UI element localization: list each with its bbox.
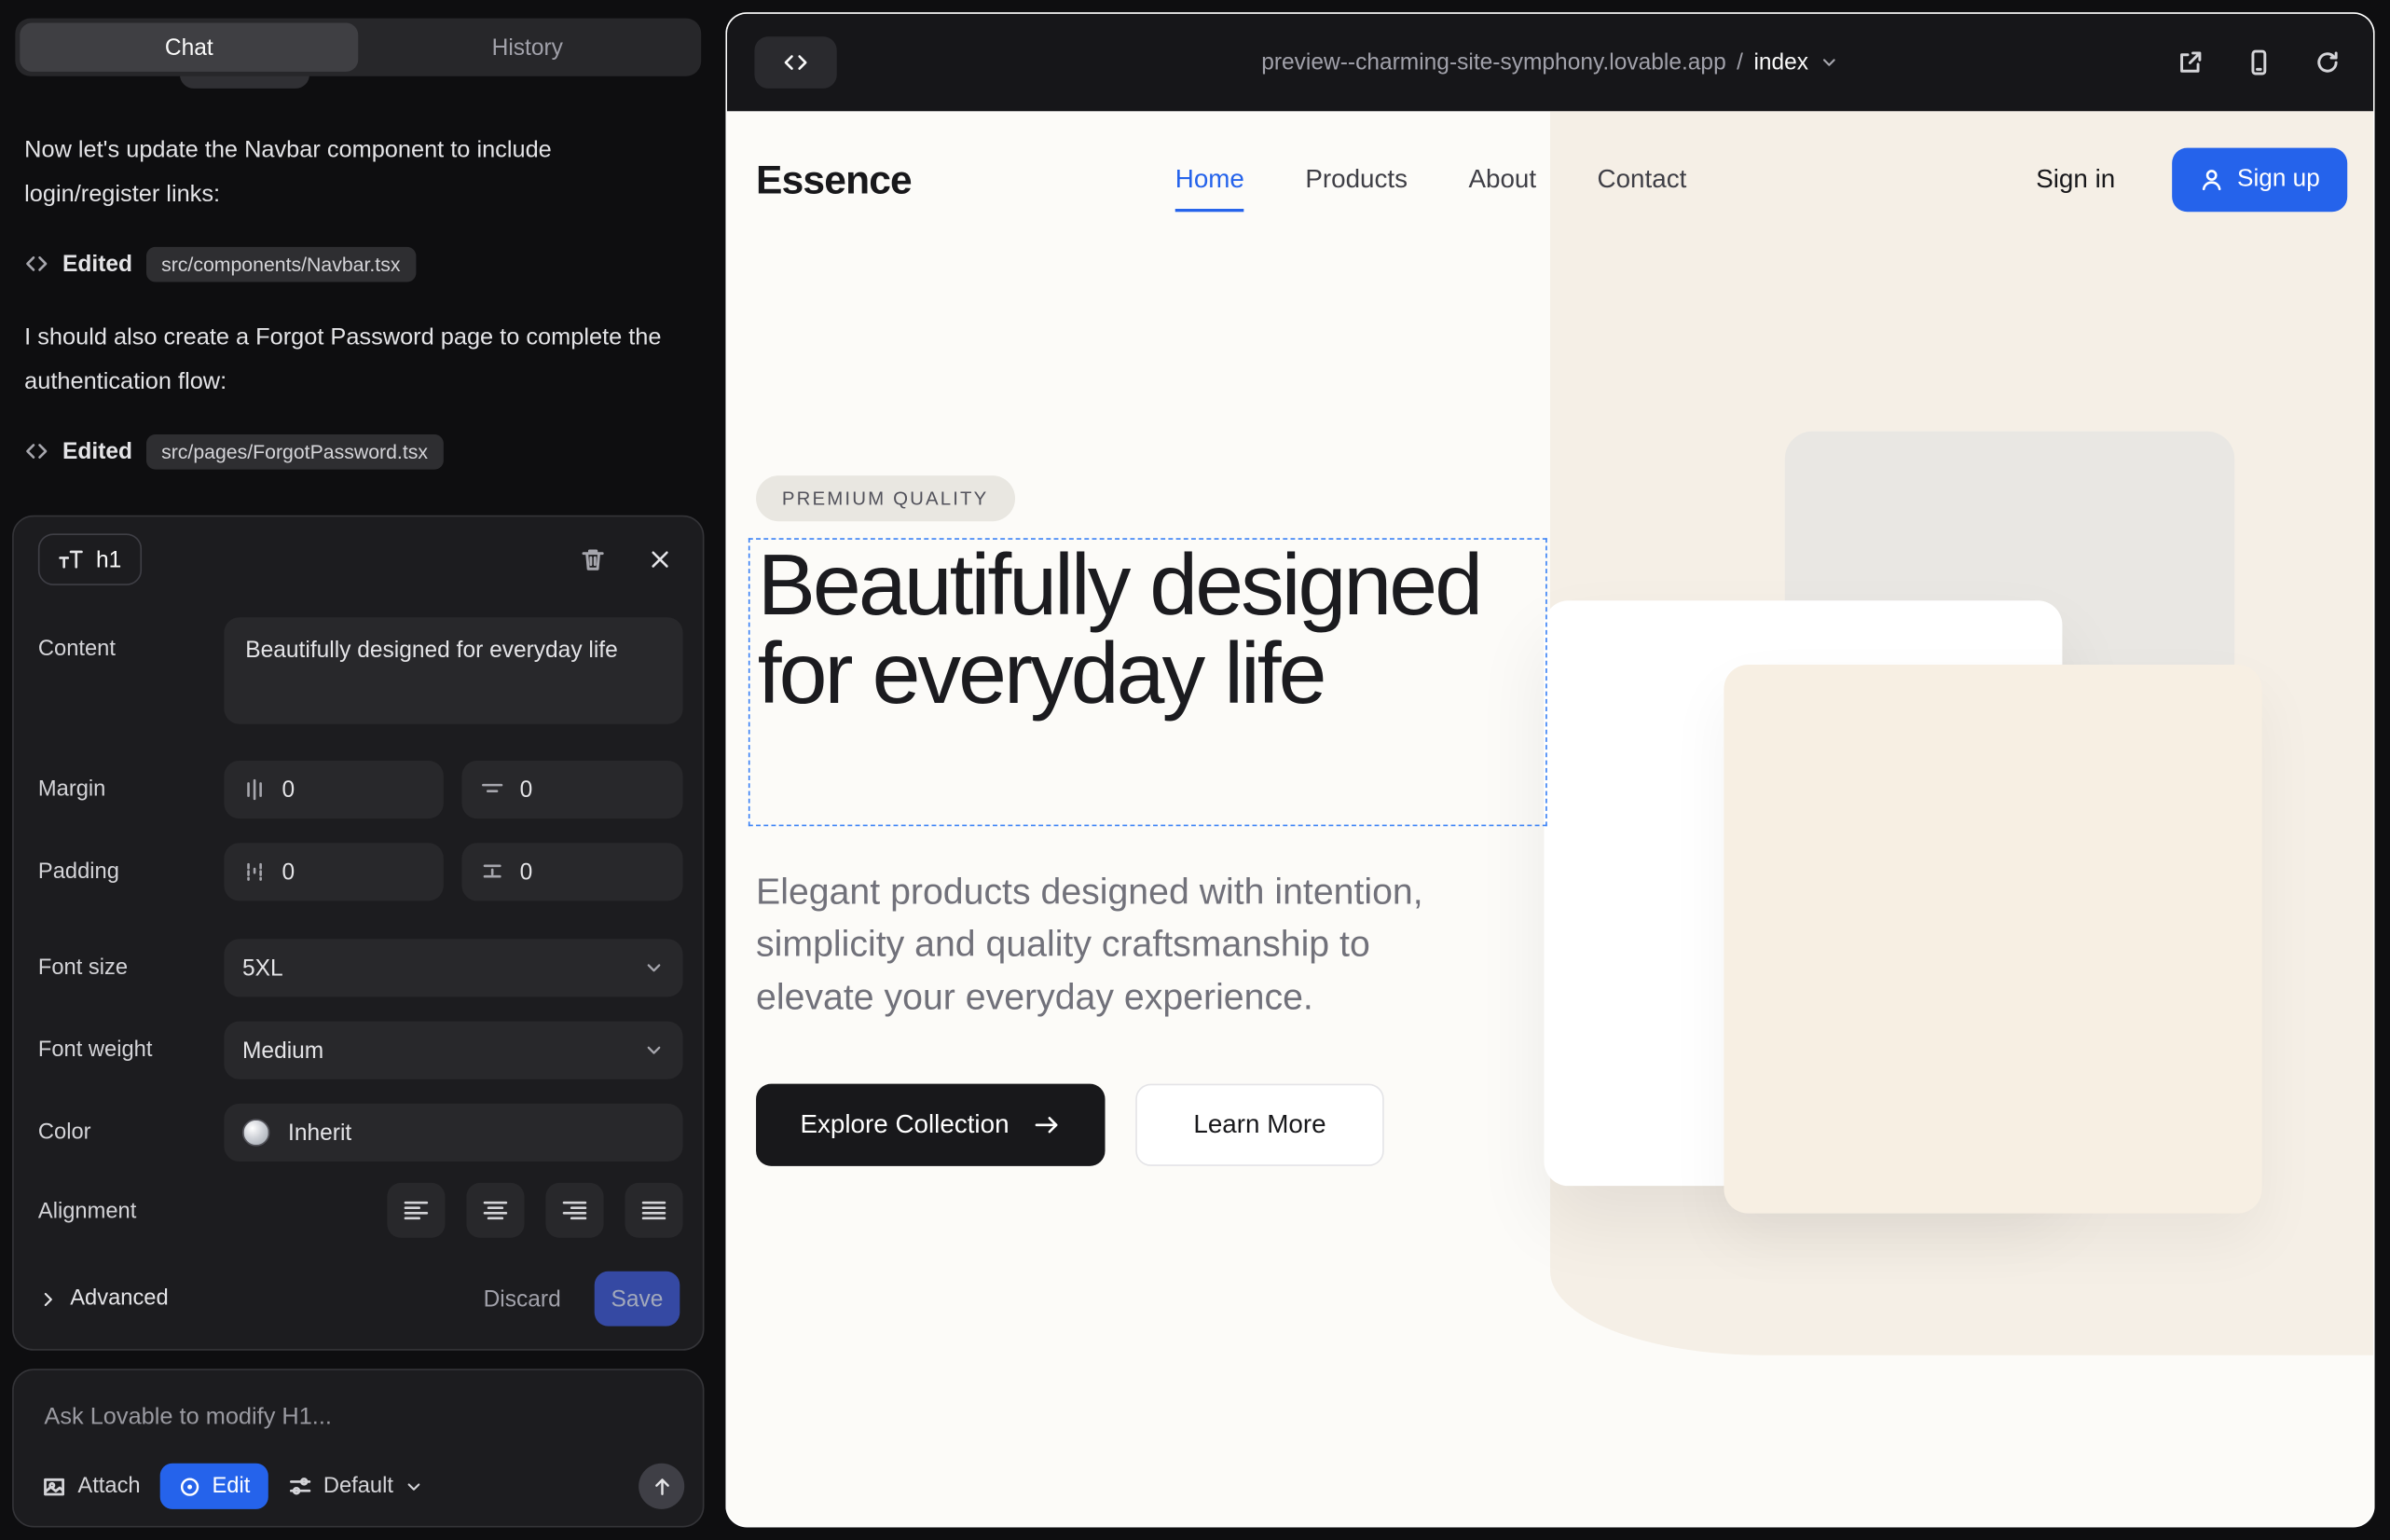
element-tag-label: h1 [96, 546, 121, 572]
chevron-right-icon [38, 1289, 58, 1309]
arrow-right-icon [1034, 1113, 1061, 1137]
typography-icon [58, 547, 84, 571]
explore-collection-button[interactable]: Explore Collection [756, 1084, 1105, 1166]
chevron-down-icon [404, 1477, 423, 1496]
delete-element-button[interactable] [574, 541, 611, 577]
code-icon [24, 439, 48, 463]
edited-label: Edited [62, 438, 132, 464]
composer-input[interactable]: Ask Lovable to modify H1... [44, 1404, 672, 1431]
font-weight-select[interactable]: Medium [224, 1022, 682, 1079]
code-icon [24, 252, 48, 276]
preview-url: preview--charming-site-symphony.lovable.… [1261, 49, 1726, 76]
nav-link-home[interactable]: Home [1175, 165, 1244, 196]
hero-badge: PREMIUM QUALITY [756, 475, 1014, 521]
nav-link-contact[interactable]: Contact [1598, 165, 1687, 196]
margin-y-icon [480, 777, 504, 802]
padding-y-field[interactable]: 0 [461, 843, 682, 901]
tab-history[interactable]: History [358, 23, 696, 72]
discard-button[interactable]: Discard [484, 1286, 561, 1312]
attach-button[interactable]: Attach [41, 1473, 140, 1499]
site-logo[interactable]: Essence [756, 157, 912, 204]
chat-message: I should also create a Forgot Password p… [24, 315, 682, 404]
hero-heading[interactable]: Beautifully designed for everyday life [758, 543, 1545, 719]
site-preview: Essence Home Products About Contact Sign… [727, 111, 2373, 1527]
padding-x-icon [242, 859, 267, 884]
site-nav-links: Home Products About Contact [1175, 111, 1687, 248]
file-chip[interactable]: src/pages/ForgotPassword.tsx [146, 433, 444, 469]
align-left-button[interactable] [387, 1183, 445, 1238]
padding-label: Padding [38, 859, 119, 884]
align-justify-button[interactable] [625, 1183, 682, 1238]
address-bar[interactable]: preview--charming-site-symphony.lovable.… [1261, 49, 1839, 76]
save-button[interactable]: Save [595, 1272, 680, 1327]
person-icon [2199, 168, 2223, 192]
padding-y-icon [480, 859, 504, 884]
margin-x-field[interactable]: 0 [224, 761, 443, 818]
alignment-label: Alignment [38, 1200, 136, 1224]
chevron-down-icon [643, 957, 665, 979]
nav-link-about[interactable]: About [1468, 165, 1536, 196]
tab-chat[interactable]: Chat [20, 23, 358, 72]
advanced-toggle[interactable]: Advanced [38, 1286, 169, 1311]
content-label: Content [38, 638, 116, 662]
font-size-select[interactable]: 5XL [224, 939, 682, 997]
app-window: Chat History Now let's update the Navbar… [0, 0, 2390, 1540]
preview-window: preview--charming-site-symphony.lovable.… [725, 12, 2374, 1527]
color-select[interactable]: Inherit [224, 1104, 682, 1162]
margin-y-field[interactable]: 0 [461, 761, 682, 818]
model-selector[interactable]: Default [288, 1474, 423, 1498]
nav-link-products[interactable]: Products [1305, 165, 1408, 196]
color-swatch-icon [242, 1119, 269, 1146]
target-icon [178, 1475, 201, 1498]
refresh-icon[interactable] [2309, 44, 2345, 80]
font-size-label: Font size [38, 956, 128, 980]
sign-in-link[interactable]: Sign in [2036, 165, 2115, 196]
edited-label: Edited [62, 251, 132, 277]
edited-file-row[interactable]: Edited src/components/Navbar.tsx [24, 244, 416, 284]
code-view-toggle[interactable] [754, 36, 836, 89]
chat-message: Now let's update the Navbar component to… [24, 128, 682, 216]
learn-more-button[interactable]: Learn More [1135, 1084, 1383, 1166]
chat-composer: Ask Lovable to modify H1... Attach Edit [12, 1368, 704, 1527]
color-label: Color [38, 1121, 91, 1145]
edited-file-row[interactable]: Edited src/pages/ForgotPassword.tsx [24, 432, 443, 472]
send-button[interactable] [639, 1464, 684, 1509]
align-right-button[interactable] [545, 1183, 603, 1238]
chat-sidebar: Chat History Now let's update the Navbar… [0, 0, 725, 1540]
decorative-card-cream [1724, 665, 2261, 1214]
open-in-new-tab-icon[interactable] [2172, 44, 2208, 80]
sliders-icon [288, 1474, 312, 1498]
site-navbar: Essence Home Products About Contact Sign… [727, 111, 2373, 248]
chevron-down-icon [1820, 52, 1839, 72]
content-field[interactable]: Beautifully designed for everyday life [224, 617, 682, 723]
preview-toolbar: preview--charming-site-symphony.lovable.… [727, 14, 2373, 112]
image-icon [41, 1473, 67, 1499]
preview-page: index [1753, 49, 1808, 76]
content-value: Beautifully designed for everyday life [245, 634, 617, 667]
padding-x-field[interactable]: 0 [224, 843, 443, 901]
edit-mode-button[interactable]: Edit [160, 1464, 268, 1509]
sidebar-tabs: Chat History [15, 19, 701, 76]
element-editor-panel: h1 Content Beautifully designed for ever… [12, 516, 704, 1351]
hero-paragraph: Elegant products designed with intention… [756, 867, 1490, 1024]
sign-up-button[interactable]: Sign up [2172, 148, 2347, 213]
alignment-buttons [387, 1183, 682, 1238]
close-icon[interactable] [641, 541, 678, 577]
mobile-view-icon[interactable] [2241, 44, 2277, 80]
margin-label: Margin [38, 777, 105, 802]
element-tag-pill[interactable]: h1 [38, 533, 142, 585]
margin-x-icon [242, 777, 267, 802]
chevron-down-icon [643, 1039, 665, 1061]
font-weight-label: Font weight [38, 1038, 153, 1063]
selected-heading-outline[interactable]: Beautifully designed for everyday life [749, 538, 1547, 826]
file-chip[interactable]: src/components/Navbar.tsx [146, 246, 416, 282]
align-center-button[interactable] [466, 1183, 524, 1238]
